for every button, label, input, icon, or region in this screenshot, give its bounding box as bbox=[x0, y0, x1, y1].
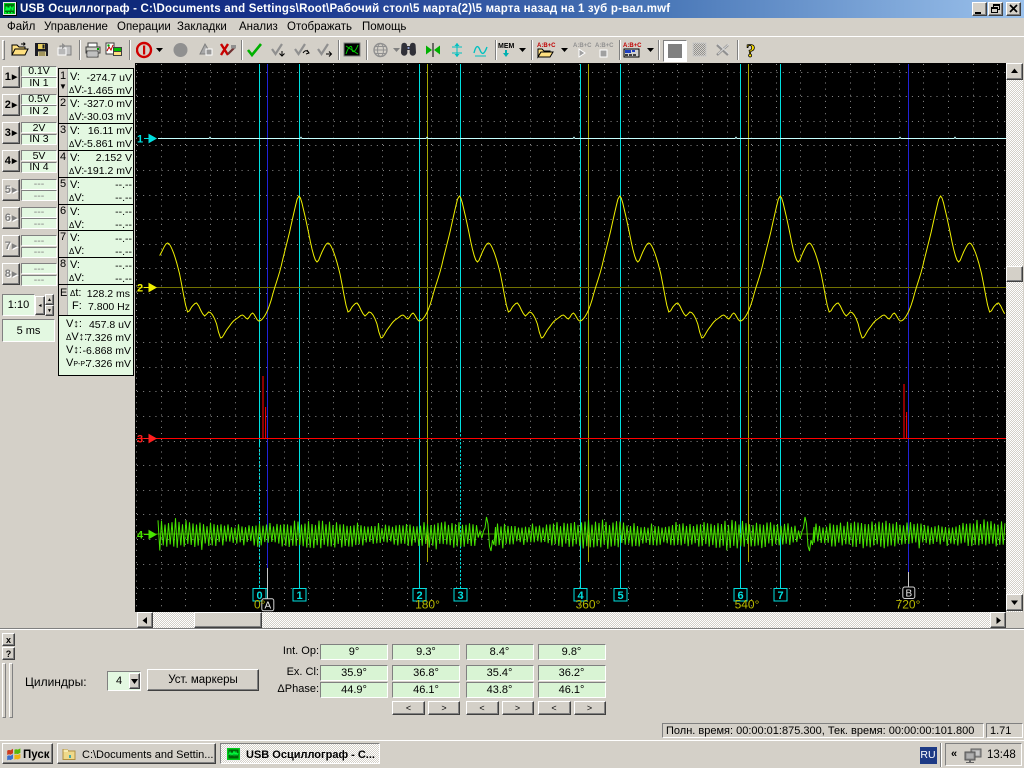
svg-text:A:B+C: A:B+C bbox=[537, 43, 556, 49]
svg-text:720°: 720° bbox=[896, 598, 921, 612]
svg-text:2: 2 bbox=[137, 283, 143, 295]
svg-text:3: 3 bbox=[137, 434, 143, 446]
svg-text:7: 7 bbox=[777, 590, 783, 602]
svg-text:540°: 540° bbox=[735, 598, 760, 612]
svg-text:A:B+C: A:B+C bbox=[573, 43, 592, 49]
svg-text:360°: 360° bbox=[576, 598, 601, 612]
svg-text:0°: 0° bbox=[254, 598, 266, 612]
svg-text:3: 3 bbox=[457, 590, 463, 602]
svg-text:180°: 180° bbox=[415, 598, 440, 612]
svg-text:?: ? bbox=[746, 41, 756, 59]
svg-text:A:B+C: A:B+C bbox=[623, 43, 642, 49]
svg-text:MEM: MEM bbox=[498, 43, 515, 50]
svg-text:4: 4 bbox=[137, 530, 144, 542]
svg-text:A:B+C: A:B+C bbox=[595, 43, 614, 49]
svg-text:1: 1 bbox=[296, 590, 302, 602]
svg-text:5: 5 bbox=[617, 590, 623, 602]
svg-text:1: 1 bbox=[137, 134, 143, 146]
svg-text:A: A bbox=[264, 601, 271, 612]
